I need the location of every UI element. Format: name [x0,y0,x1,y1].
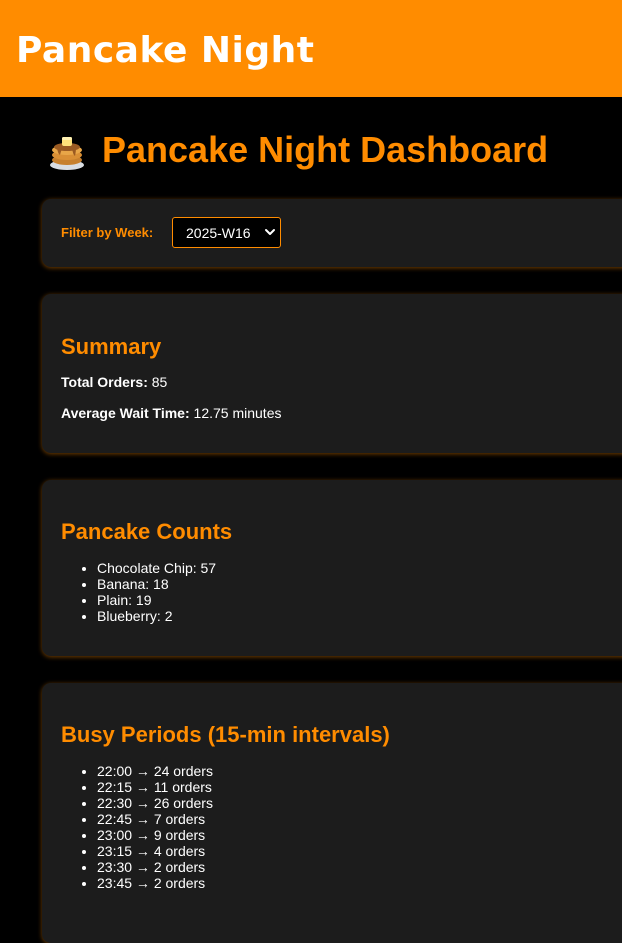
list-item: 22:45 → 7 orders [97,811,213,827]
app-title: Pancake Night [16,30,315,71]
pancake-counts-title: Pancake Counts [61,519,233,544]
list-item: Blueberry: 2 [97,608,216,624]
week-select[interactable]: 2025-W16 [172,217,281,248]
pancake-stack-icon [50,137,84,170]
page-title: Pancake Night Dashboard [48,128,548,172]
list-item: 22:00 → 24 orders [97,763,213,779]
list-item: 23:15 → 4 orders [97,843,213,859]
pancake-counts-list: Chocolate Chip: 57 Banana: 18 Plain: 19 … [61,560,216,624]
week-select-value: 2025-W16 [186,224,251,241]
total-orders-value: 85 [151,374,168,390]
list-item: 23:45 → 2 orders [97,875,213,891]
list-item: 23:30 → 2 orders [97,859,213,875]
avg-wait-value: 12.75 minutes [193,405,282,421]
pancake-counts-card: Pancake Counts Chocolate Chip: 57 Banana… [42,480,622,656]
top-banner: Pancake Night [0,0,622,97]
total-orders-row: Total Orders: 85 [61,374,167,390]
list-item: 23:00 → 9 orders [97,827,213,843]
filter-card: Filter by Week: 2025-W16 [42,199,622,267]
list-item: 22:15 → 11 orders [97,779,213,795]
page-title-text: Pancake Night Dashboard [102,129,549,170]
busy-periods-card: Busy Periods (15-min intervals) 22:00 → … [42,683,622,943]
filter-label: Filter by Week: [61,225,154,240]
busy-periods-title: Busy Periods (15-min intervals) [61,722,390,747]
summary-card: Summary Total Orders: 85 Average Wait Ti… [42,294,622,453]
list-item: Plain: 19 [97,592,216,608]
list-item: Banana: 18 [97,576,216,592]
busy-periods-list: 22:00 → 24 orders 22:15 → 11 orders 22:3… [61,763,213,891]
chevron-down-icon [265,229,275,235]
summary-title: Summary [61,334,162,359]
avg-wait-row: Average Wait Time: 12.75 minutes [61,405,281,421]
total-orders-label: Total Orders: [61,374,148,390]
list-item: 22:30 → 26 orders [97,795,213,811]
list-item: Chocolate Chip: 57 [97,560,216,576]
avg-wait-label: Average Wait Time: [61,405,190,421]
